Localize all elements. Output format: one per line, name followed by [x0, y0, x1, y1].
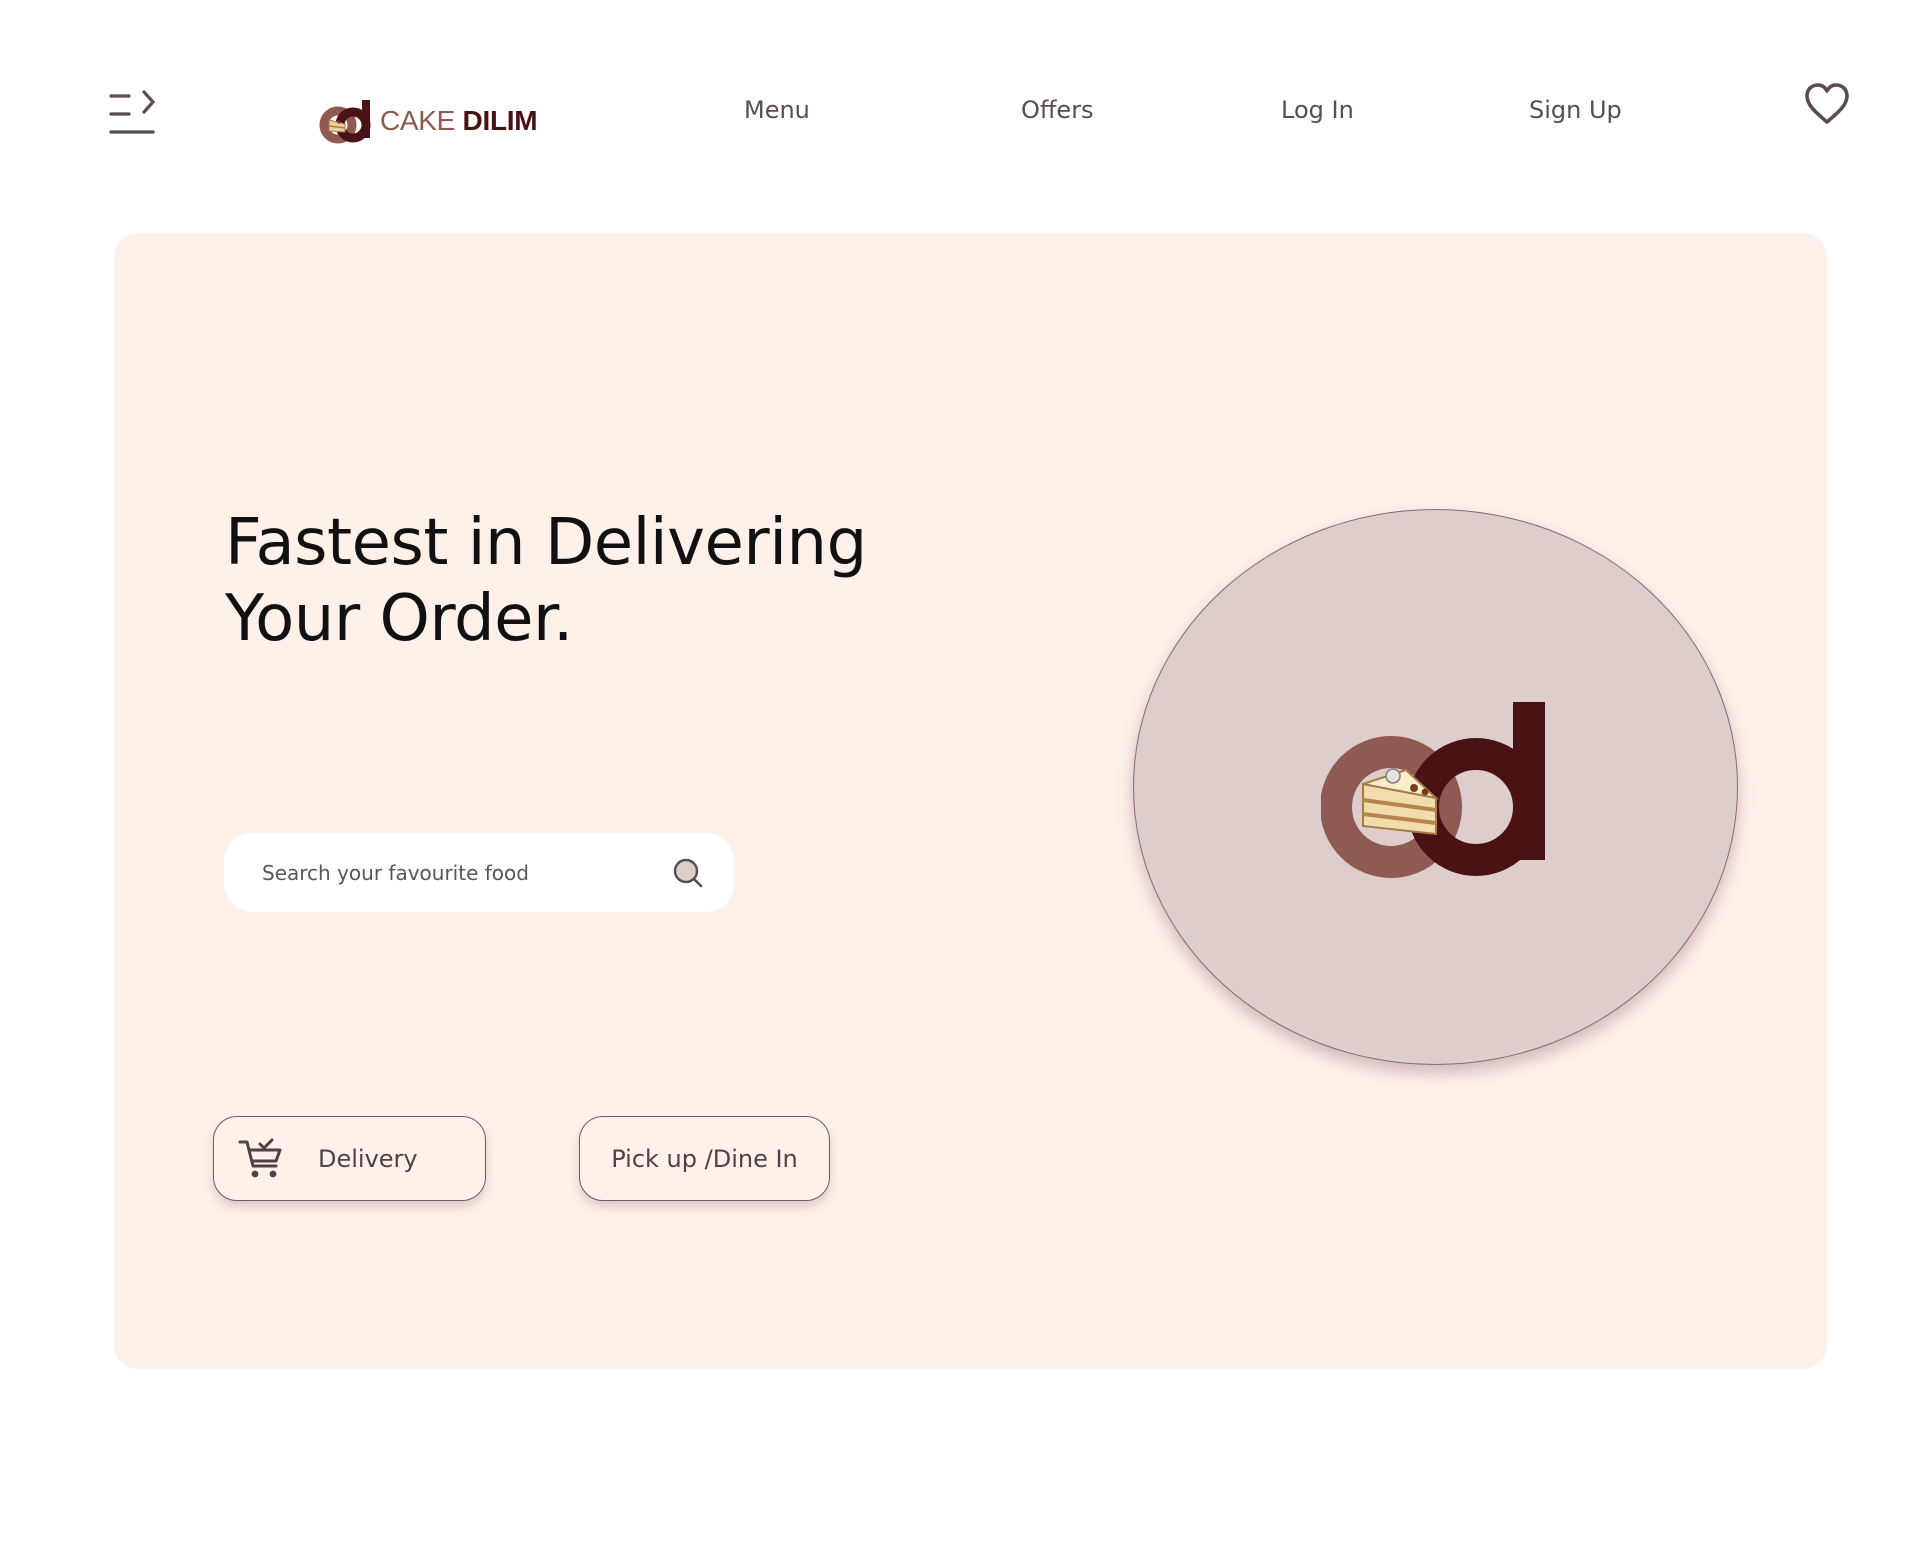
menu-arrow-icon — [109, 90, 156, 134]
menu-toggle-button[interactable] — [108, 90, 156, 138]
cd-cake-logo-icon — [1320, 702, 1545, 878]
logo-word-dilim: DILIM — [462, 105, 538, 136]
brand-logo[interactable]: CAKE DILIM — [318, 98, 538, 144]
pickup-dinein-button[interactable]: Pick up /Dine In — [579, 1116, 830, 1201]
heart-icon — [1805, 83, 1849, 124]
headline-line-2: Your Order. — [225, 582, 573, 656]
search-input[interactable] — [262, 860, 672, 885]
nav-menu-link[interactable]: Menu — [744, 96, 810, 124]
search-bar — [224, 833, 734, 912]
delivery-button[interactable]: Delivery — [213, 1116, 486, 1201]
pickup-label: Pick up /Dine In — [611, 1144, 798, 1173]
cart-icon — [238, 1138, 282, 1177]
hero-image — [1133, 509, 1738, 1065]
cd-cake-logo-icon — [319, 100, 371, 144]
headline-line-1: Fastest in Delivering — [225, 506, 867, 580]
logo-text: CAKE DILIM — [380, 105, 538, 137]
logo-word-cake: CAKE — [380, 105, 456, 136]
hero-headline: Fastest in Delivering Your Order. — [225, 505, 985, 657]
nav-login-link[interactable]: Log In — [1281, 96, 1354, 124]
nav-signup-link[interactable]: Sign Up — [1529, 96, 1622, 124]
delivery-label: Delivery — [318, 1144, 418, 1173]
hero-section: Fastest in Delivering Your Order. Delive… — [114, 233, 1827, 1369]
search-icon[interactable] — [672, 857, 704, 889]
favorites-button[interactable] — [1804, 82, 1850, 126]
nav-offers-link[interactable]: Offers — [1021, 96, 1094, 124]
